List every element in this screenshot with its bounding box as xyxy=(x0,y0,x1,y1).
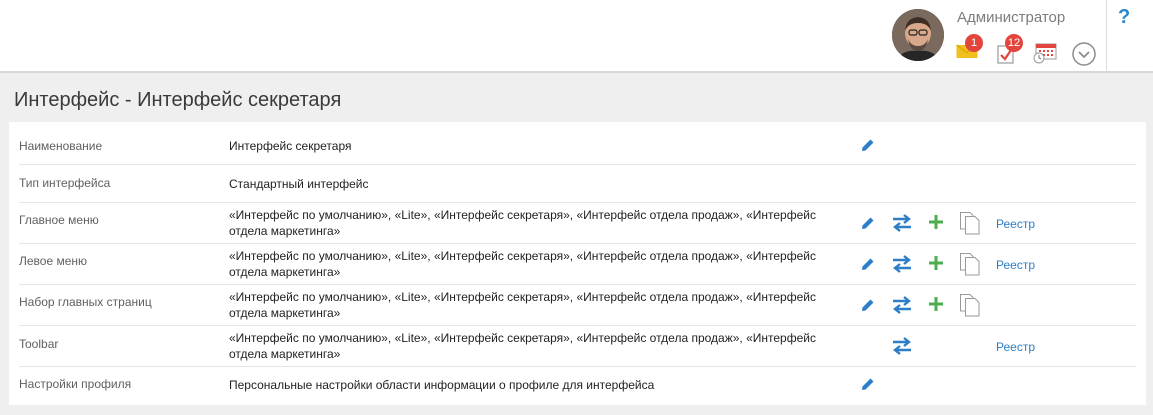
pencil-icon xyxy=(862,217,874,229)
reorder-button[interactable] xyxy=(891,336,913,361)
top-header: Администратор 1 12 ? xyxy=(0,0,1153,73)
row-value: Интерфейс секретаря xyxy=(229,139,352,153)
property-row-home-pages: Набор главных страниц «Интерфейс по умол… xyxy=(19,285,1136,326)
row-label: Тип интерфейса xyxy=(19,176,111,190)
row-label: Набор главных страниц xyxy=(19,295,152,309)
help-icon[interactable]: ? xyxy=(1118,6,1130,29)
row-label: Toolbar xyxy=(19,337,59,351)
property-row-main-menu: Главное меню «Интерфейс по умолчанию», «… xyxy=(19,203,1136,244)
property-row-left-menu: Левое меню «Интерфейс по умолчанию», «Li… xyxy=(19,244,1136,285)
row-label: Главное меню xyxy=(19,213,99,227)
copy-button[interactable] xyxy=(959,211,981,240)
edit-button[interactable] xyxy=(861,298,875,317)
chevron-down-circle-icon xyxy=(1072,42,1096,66)
copy-icon xyxy=(960,212,980,235)
user-menu-button[interactable] xyxy=(1072,42,1096,71)
row-label: Левое меню xyxy=(19,254,88,268)
edit-button[interactable] xyxy=(861,257,875,276)
registry-link[interactable]: Реестр xyxy=(996,340,1035,354)
user-name[interactable]: Администратор xyxy=(957,9,1065,26)
property-row-toolbar: Toolbar «Интерфейс по умолчанию», «Lite»… xyxy=(19,326,1136,367)
edit-button[interactable] xyxy=(861,377,875,396)
row-value: Персональные настройки области информаци… xyxy=(229,378,655,392)
reorder-button[interactable] xyxy=(891,213,913,238)
copy-button[interactable] xyxy=(959,293,981,322)
plus-icon xyxy=(929,297,943,311)
add-button[interactable] xyxy=(928,214,944,235)
row-label: Наименование xyxy=(19,139,103,153)
header-divider xyxy=(1106,0,1107,71)
swap-arrows-icon xyxy=(893,255,911,273)
row-value: «Интерфейс по умолчанию», «Lite», «Интер… xyxy=(229,208,816,238)
property-row-profile-settings: Настройки профиля Персональные настройки… xyxy=(19,367,1136,397)
row-value: «Интерфейс по умолчанию», «Lite», «Интер… xyxy=(229,249,816,279)
calendar-icon xyxy=(1033,43,1057,64)
pencil-icon xyxy=(862,378,874,390)
tasks-count-badge: 12 xyxy=(1005,34,1023,52)
edit-button[interactable] xyxy=(861,216,875,235)
pencil-icon xyxy=(862,139,874,151)
avatar[interactable] xyxy=(892,9,944,61)
registry-link[interactable]: Реестр xyxy=(996,258,1035,272)
swap-arrows-icon xyxy=(893,337,911,355)
reorder-button[interactable] xyxy=(891,295,913,320)
properties-panel: Наименование Интерфейс секретаря Тип инт… xyxy=(9,122,1146,405)
calendar-button[interactable] xyxy=(1033,42,1057,69)
copy-icon xyxy=(960,253,980,276)
edit-button[interactable] xyxy=(861,138,875,157)
avatar-image xyxy=(892,9,944,61)
plus-icon xyxy=(929,215,943,229)
row-value: «Интерфейс по умолчанию», «Lite», «Интер… xyxy=(229,331,816,361)
row-label: Настройки профиля xyxy=(19,377,132,391)
swap-arrows-icon xyxy=(893,214,911,232)
property-row-type: Тип интерфейса Стандартный интерфейс xyxy=(19,165,1136,203)
reorder-button[interactable] xyxy=(891,254,913,279)
row-value: «Интерфейс по умолчанию», «Lite», «Интер… xyxy=(229,290,816,320)
plus-icon xyxy=(929,256,943,270)
row-value: Стандартный интерфейс xyxy=(229,177,369,191)
copy-button[interactable] xyxy=(959,252,981,281)
add-button[interactable] xyxy=(928,296,944,317)
swap-arrows-icon xyxy=(893,296,911,314)
property-row-name: Наименование Интерфейс секретаря xyxy=(19,127,1136,165)
copy-icon xyxy=(960,294,980,317)
messages-count-badge: 1 xyxy=(965,34,983,52)
pencil-icon xyxy=(862,258,874,270)
add-button[interactable] xyxy=(928,255,944,276)
registry-link[interactable]: Реестр xyxy=(996,217,1035,231)
page-title: Интерфейс - Интерфейс секретаря xyxy=(14,89,342,111)
pencil-icon xyxy=(862,299,874,311)
